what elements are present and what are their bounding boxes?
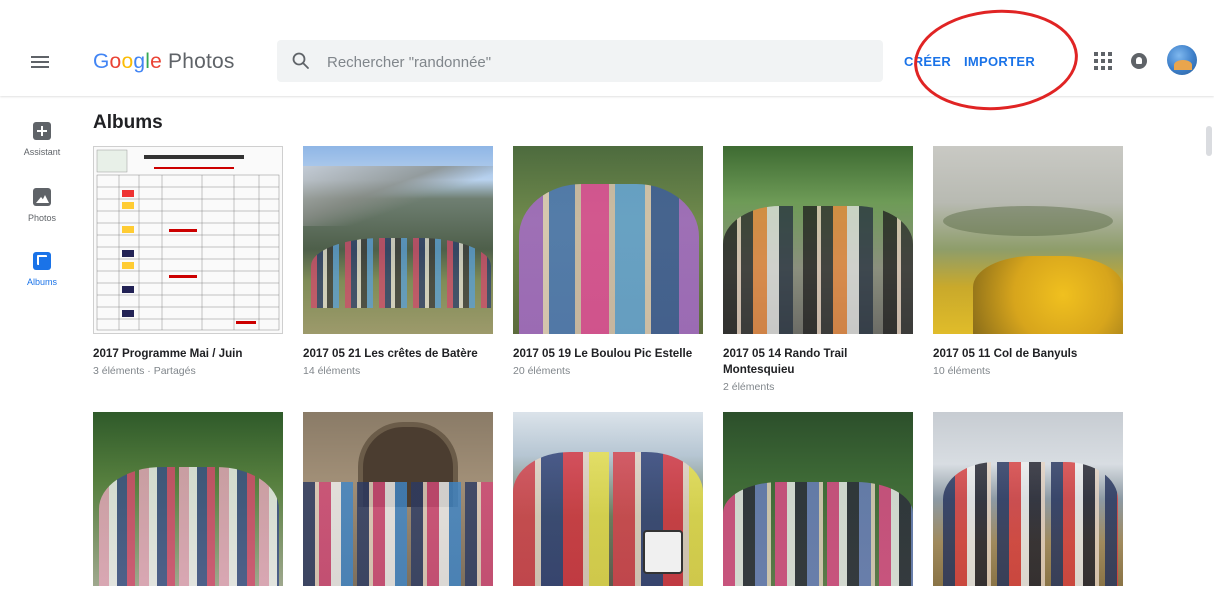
album-title[interactable]: 2017 05 19 Le Boulou Pic Estelle (513, 346, 703, 362)
logo-product-name: Photos (167, 50, 235, 73)
album-card[interactable] (93, 412, 283, 598)
photos-icon (33, 188, 51, 206)
album-subtitle: 14 éléments (303, 365, 361, 377)
album-cover-photo (93, 412, 283, 586)
album-cover-photo (303, 412, 493, 586)
top-app-bar: GooglePhotos CRÉER IMPORTER (0, 0, 1214, 96)
album-cover-photo (723, 146, 913, 334)
album-cover-program-sheet (93, 146, 283, 334)
album-cover-photo (933, 146, 1123, 334)
account-avatar[interactable] (1167, 45, 1197, 75)
album-card[interactable] (723, 412, 913, 598)
album-card[interactable] (303, 412, 493, 598)
album-title[interactable]: 2017 05 11 Col de Banyuls (933, 346, 1123, 362)
create-button[interactable]: CRÉER (904, 54, 951, 69)
google-photos-logo[interactable]: Google Photos (93, 50, 235, 74)
album-card[interactable]: 2017 Programme Mai / Juin 3 éléments · P… (93, 146, 283, 377)
album-subtitle: 20 éléments (513, 365, 571, 377)
album-subtitle: 10 éléments (933, 365, 991, 377)
section-title: Albums (93, 112, 163, 133)
search-bar[interactable] (277, 40, 883, 84)
nav-item-photos[interactable]: Photos (0, 188, 84, 223)
nav-item-assistant[interactable]: Assistant (0, 122, 84, 157)
album-cover-photo (303, 146, 493, 334)
albums-icon (33, 252, 51, 270)
album-cover-photo (723, 412, 913, 586)
album-title[interactable]: 2017 05 14 Rando Trail Montesquieu (723, 346, 913, 378)
album-card[interactable]: 2017 05 11 Col de Banyuls 10 éléments (933, 146, 1123, 377)
album-cover-photo (513, 412, 703, 586)
album-subtitle: 2 éléments (723, 381, 775, 393)
album-card[interactable] (513, 412, 703, 598)
search-icon (292, 52, 309, 69)
main-menu-icon[interactable] (26, 47, 56, 77)
page-scrollbar[interactable] (1206, 126, 1212, 156)
search-input[interactable] (325, 40, 869, 84)
nav-item-albums[interactable]: Albums (0, 252, 84, 287)
apps-grid-icon[interactable] (1093, 51, 1113, 71)
album-cover-photo (513, 146, 703, 334)
album-card[interactable]: 2017 05 19 Le Boulou Pic Estelle 20 élém… (513, 146, 703, 377)
album-subtitle: 3 éléments · Partagés (93, 365, 196, 377)
program-document-thumbnail (94, 147, 282, 333)
assistant-icon (33, 122, 51, 140)
album-title[interactable]: 2017 Programme Mai / Juin (93, 346, 283, 362)
album-title[interactable]: 2017 05 21 Les crêtes de Batère (303, 346, 493, 362)
import-button[interactable]: IMPORTER (964, 54, 1035, 69)
album-card[interactable] (933, 412, 1123, 598)
album-card[interactable]: 2017 05 21 Les crêtes de Batère 14 éléme… (303, 146, 493, 377)
notifications-icon[interactable] (1131, 53, 1147, 69)
album-cover-photo (933, 412, 1123, 586)
album-card[interactable]: 2017 05 14 Rando Trail Montesquieu 2 élé… (723, 146, 913, 393)
